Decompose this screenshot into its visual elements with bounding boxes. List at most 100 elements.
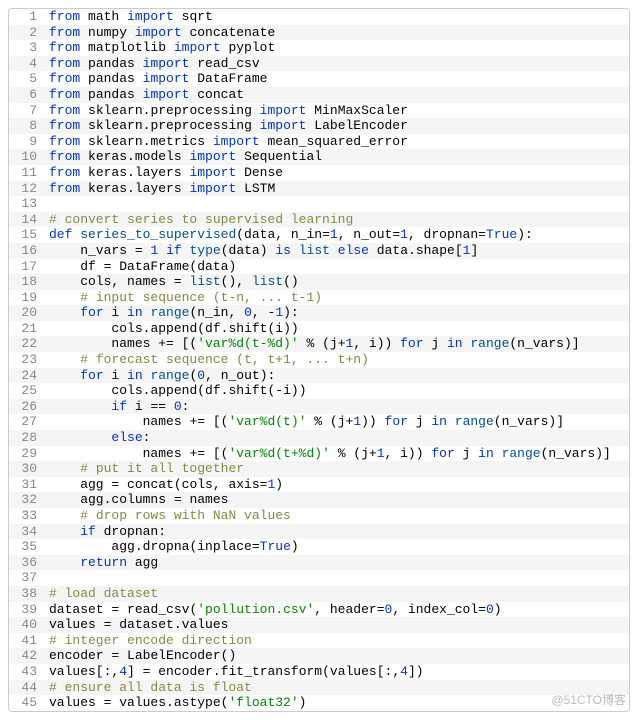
code-content: for i in range(0, n_out): [43,368,629,384]
code-content: names += [('var%d(t)' % (j+1)) for j in … [43,414,629,430]
code-content: from keras.models import Sequential [43,149,629,165]
code-line: 7from sklearn.preprocessing import MinMa… [9,103,629,119]
code-content: else: [43,430,629,446]
code-line: 45values = values.astype('float32') [9,695,629,711]
code-line: 44# ensure all data is float [9,680,629,696]
code-content [43,570,629,586]
line-number: 11 [9,165,43,181]
line-number: 30 [9,461,43,477]
code-content: values = values.astype('float32') [43,695,629,711]
code-content: n_vars = 1 if type(data) is list else da… [43,243,629,259]
code-content: dataset = read_csv('pollution.csv', head… [43,602,629,618]
code-line: 26 if i == 0: [9,399,629,415]
code-line: 3from matplotlib import pyplot [9,40,629,56]
code-content [43,196,629,212]
code-line: 34 if dropnan: [9,524,629,540]
line-number: 36 [9,555,43,571]
line-number: 8 [9,118,43,134]
code-line: 21 cols.append(df.shift(i)) [9,321,629,337]
line-number: 6 [9,87,43,103]
code-line: 31 agg = concat(cols, axis=1) [9,477,629,493]
line-number: 44 [9,680,43,696]
code-content: values[:,4] = encoder.fit_transform(valu… [43,664,629,680]
line-number: 28 [9,430,43,446]
line-number: 10 [9,149,43,165]
code-line: 24 for i in range(0, n_out): [9,368,629,384]
code-line: 22 names += [('var%d(t-%d)' % (j+1, i)) … [9,336,629,352]
code-line: 17 df = DataFrame(data) [9,259,629,275]
code-content: cols.append(df.shift(i)) [43,321,629,337]
code-content: def series_to_supervised(data, n_in=1, n… [43,227,629,243]
line-number: 18 [9,274,43,290]
code-content: from sklearn.preprocessing import MinMax… [43,103,629,119]
line-number: 9 [9,134,43,150]
line-number: 3 [9,40,43,56]
code-line: 18 cols, names = list(), list() [9,274,629,290]
code-content: agg.dropna(inplace=True) [43,539,629,555]
code-content: df = DataFrame(data) [43,259,629,275]
code-line: 5from pandas import DataFrame [9,71,629,87]
code-line: 43values[:,4] = encoder.fit_transform(va… [9,664,629,680]
line-number: 32 [9,492,43,508]
line-number: 42 [9,648,43,664]
code-content: # convert series to supervised learning [43,212,629,228]
line-number: 19 [9,290,43,306]
code-line: 8from sklearn.preprocessing import Label… [9,118,629,134]
code-content: from pandas import concat [43,87,629,103]
line-number: 37 [9,570,43,586]
code-line: 2from numpy import concatenate [9,25,629,41]
line-number: 43 [9,664,43,680]
code-content: from matplotlib import pyplot [43,40,629,56]
code-line: 40values = dataset.values [9,617,629,633]
line-number: 26 [9,399,43,415]
code-content: from keras.layers import LSTM [43,181,629,197]
line-number: 35 [9,539,43,555]
line-number: 25 [9,383,43,399]
code-content: if i == 0: [43,399,629,415]
line-number: 22 [9,336,43,352]
line-number: 38 [9,586,43,602]
line-number: 33 [9,508,43,524]
code-content: # input sequence (t-n, ... t-1) [43,290,629,306]
code-line: 29 names += [('var%d(t+%d)' % (j+1, i)) … [9,446,629,462]
code-content: from keras.layers import Dense [43,165,629,181]
line-number: 1 [9,9,43,25]
code-content: for i in range(n_in, 0, -1): [43,305,629,321]
code-content: from sklearn.preprocessing import LabelE… [43,118,629,134]
line-number: 4 [9,56,43,72]
code-content: from pandas import read_csv [43,56,629,72]
line-number: 31 [9,477,43,493]
code-line: 33 # drop rows with NaN values [9,508,629,524]
code-content: from numpy import concatenate [43,25,629,41]
code-line: 37 [9,570,629,586]
code-line: 30 # put it all together [9,461,629,477]
code-line: 23 # forecast sequence (t, t+1, ... t+n) [9,352,629,368]
code-line: 10from keras.models import Sequential [9,149,629,165]
line-number: 40 [9,617,43,633]
code-line: 32 agg.columns = names [9,492,629,508]
code-line: 19 # input sequence (t-n, ... t-1) [9,290,629,306]
line-number: 2 [9,25,43,41]
code-line: 13 [9,196,629,212]
code-content: # put it all together [43,461,629,477]
code-line: 38# load dataset [9,586,629,602]
code-line: 12from keras.layers import LSTM [9,181,629,197]
watermark-text: @51CTO博客 [551,693,626,707]
line-number: 20 [9,305,43,321]
code-content: encoder = LabelEncoder() [43,648,629,664]
code-content: cols.append(df.shift(-i)) [43,383,629,399]
line-number: 14 [9,212,43,228]
code-content: # load dataset [43,586,629,602]
line-number: 27 [9,414,43,430]
line-number: 12 [9,181,43,197]
line-number: 24 [9,368,43,384]
line-number: 21 [9,321,43,337]
code-content: names += [('var%d(t+%d)' % (j+1, i)) for… [43,446,629,462]
code-line: 4from pandas import read_csv [9,56,629,72]
code-line: 11from keras.layers import Dense [9,165,629,181]
code-line: 36 return agg [9,555,629,571]
code-line: 1from math import sqrt [9,9,629,25]
code-content: # drop rows with NaN values [43,508,629,524]
code-content: if dropnan: [43,524,629,540]
code-line: 14# convert series to supervised learnin… [9,212,629,228]
